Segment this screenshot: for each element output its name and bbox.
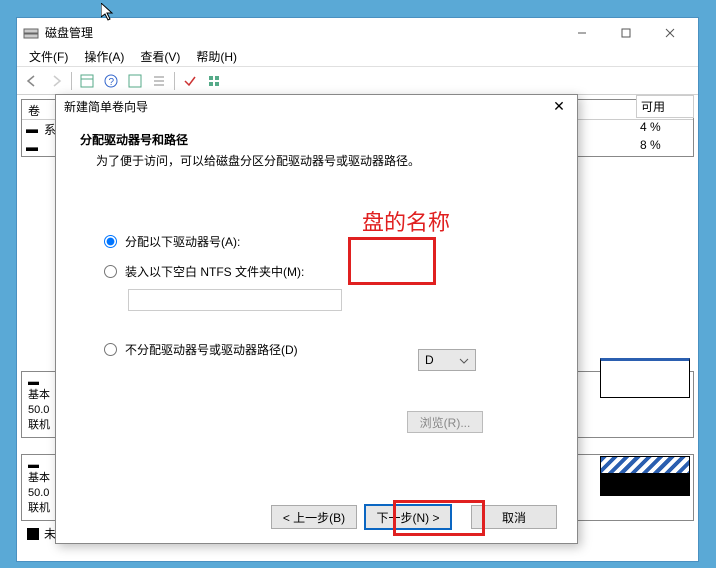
help-icon[interactable]: ?: [100, 70, 122, 92]
mount-path-input[interactable]: [128, 289, 342, 311]
disk-icon: ▬: [22, 140, 38, 154]
minimize-button[interactable]: [560, 19, 604, 47]
radio-no-assign-input[interactable]: [104, 343, 117, 356]
view-icon[interactable]: [76, 70, 98, 92]
nav-back-icon[interactable]: [21, 70, 43, 92]
new-simple-volume-wizard: 新建简单卷向导 ✕ 分配驱动器号和路径 为了便于访问，可以给磁盘分区分配驱动器号…: [55, 94, 578, 544]
partition-graphic: [600, 358, 690, 398]
wizard-body: 分配驱动器号和路径 为了便于访问，可以给磁盘分区分配驱动器号或驱动器路径。 分配…: [56, 117, 577, 361]
disk-icon: ▬: [22, 122, 38, 136]
radio-mount-ntfs[interactable]: 装入以下空白 NTFS 文件夹中(M):: [104, 259, 553, 283]
disk-icon: ▬: [28, 376, 39, 388]
cell-available: 4 %: [636, 118, 694, 136]
column-available: 可用 4 % 8 %: [636, 95, 694, 154]
toolbar: ?: [17, 67, 698, 95]
wizard-heading: 分配驱动器号和路径: [80, 131, 553, 148]
annotation-label: 盘的名称: [362, 205, 450, 237]
radio-mount-ntfs-label: 装入以下空白 NTFS 文件夹中(M):: [125, 263, 304, 280]
drive-letter-select[interactable]: D: [418, 349, 476, 371]
radio-no-assign[interactable]: 不分配驱动器号或驱动器路径(D): [104, 337, 553, 361]
refresh-icon[interactable]: [124, 70, 146, 92]
mouse-cursor: [101, 3, 117, 28]
list-icon[interactable]: [148, 70, 170, 92]
svg-text:?: ?: [109, 77, 115, 88]
chevron-down-icon: [459, 353, 469, 367]
menu-file[interactable]: 文件(F): [21, 48, 76, 65]
radio-no-assign-label: 不分配驱动器号或驱动器路径(D): [125, 341, 298, 358]
radio-mount-ntfs-input[interactable]: [104, 265, 117, 278]
radio-assign-letter[interactable]: 分配以下驱动器号(A):: [104, 229, 553, 253]
legend-swatch-icon: [27, 528, 39, 540]
radio-assign-letter-label: 分配以下驱动器号(A):: [125, 233, 240, 250]
wizard-subtitle: 为了便于访问，可以给磁盘分区分配驱动器号或驱动器路径。: [96, 152, 553, 169]
menu-bar: 文件(F) 操作(A) 查看(V) 帮助(H): [17, 47, 698, 67]
menu-action[interactable]: 操作(A): [76, 48, 132, 65]
nav-forward-icon[interactable]: [45, 70, 67, 92]
partition-graphic: [600, 456, 690, 496]
drive-letter-value: D: [425, 353, 434, 367]
app-icon: [23, 25, 39, 41]
close-button[interactable]: [648, 19, 692, 47]
disk-icon: ▬: [28, 459, 39, 471]
wizard-titlebar: 新建简单卷向导 ✕: [56, 95, 577, 117]
maximize-button[interactable]: [604, 19, 648, 47]
menu-view[interactable]: 查看(V): [132, 48, 188, 65]
window-controls: [560, 19, 692, 47]
close-icon[interactable]: ✕: [549, 98, 569, 115]
wizard-footer: < 上一步(B) 下一步(N) > 取消: [271, 505, 557, 529]
wizard-title: 新建简单卷向导: [64, 98, 549, 115]
col-available-header[interactable]: 可用: [636, 95, 694, 118]
back-button[interactable]: < 上一步(B): [271, 505, 357, 529]
cell-available: 8 %: [636, 136, 694, 154]
cancel-button[interactable]: 取消: [471, 505, 557, 529]
check-icon[interactable]: [179, 70, 201, 92]
main-window-title: 磁盘管理: [45, 24, 560, 41]
grid-icon[interactable]: [203, 70, 225, 92]
menu-help[interactable]: 帮助(H): [188, 48, 245, 65]
browse-button: 浏览(R)...: [407, 411, 483, 433]
main-titlebar: 磁盘管理: [17, 18, 698, 47]
radio-assign-letter-input[interactable]: [104, 235, 117, 248]
next-button[interactable]: 下一步(N) >: [365, 505, 451, 529]
